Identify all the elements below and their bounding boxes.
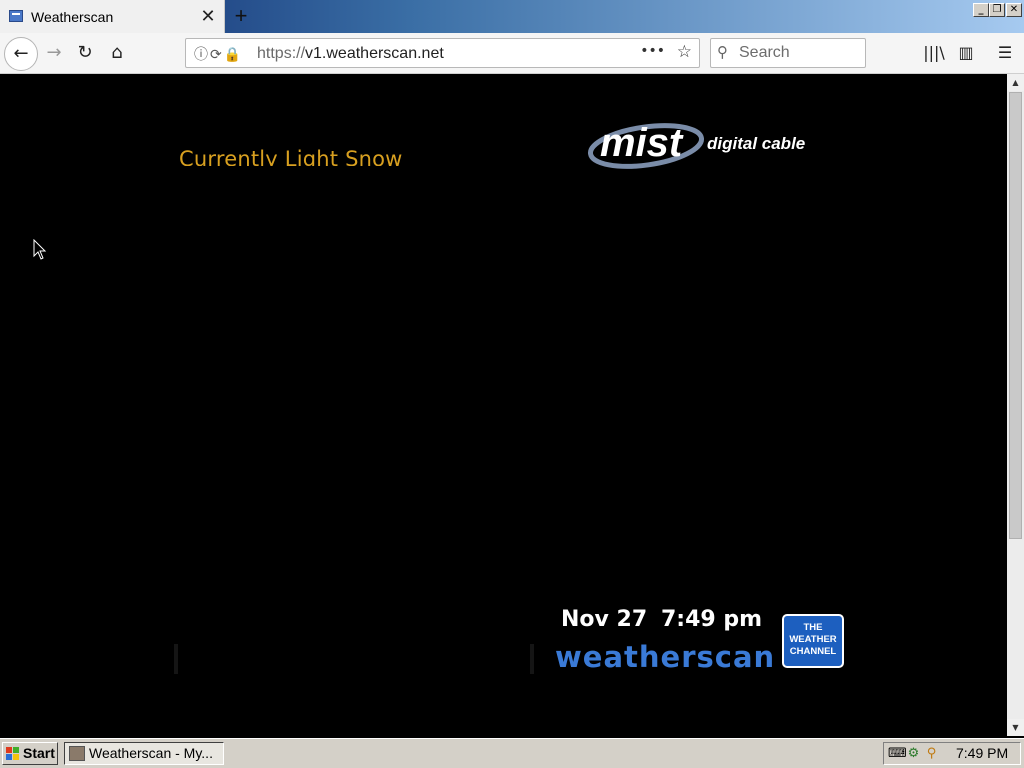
windows-flag-icon — [6, 747, 19, 760]
page-actions-icon[interactable]: ••• — [640, 43, 665, 59]
weatherscan-viewport: Currently Light Snow mist digital cable … — [0, 74, 1007, 736]
keyboard-icon[interactable]: ⌨ — [888, 746, 907, 761]
site-info-icon[interactable]: ⓘ⟳🔒 — [194, 44, 243, 64]
ticker-edge-right — [530, 644, 534, 674]
title-bar: Weatherscan ✕ + _ ❐ ✕ — [0, 0, 1024, 33]
search-box[interactable]: ⚲ — [710, 38, 866, 68]
close-window-button[interactable]: ✕ — [1006, 3, 1022, 17]
sidebar-icon[interactable]: ▥ — [954, 41, 978, 65]
address-bar[interactable]: ⓘ⟳🔒 https://v1.weatherscan.net ••• ☆ — [185, 38, 700, 68]
new-tab-button[interactable]: + — [230, 4, 252, 28]
ticker-edge-left — [174, 644, 178, 674]
current-conditions-text: Currently Light Snow — [179, 147, 403, 166]
restore-button[interactable]: ❐ — [989, 3, 1005, 17]
search-icon: ⚲ — [717, 43, 728, 61]
reload-button[interactable]: ↻ — [70, 38, 100, 68]
time-text: 7:49 pm — [661, 607, 763, 632]
vertical-scrollbar[interactable]: ▲ ▼ — [1007, 74, 1024, 736]
mouse-cursor-icon — [33, 239, 47, 260]
mist-logo: mist — [586, 121, 708, 175]
library-icon[interactable]: |||\ — [922, 41, 946, 65]
bookmark-star-icon[interactable]: ☆ — [677, 42, 692, 62]
weather-channel-logo-text: THE WEATHER CHANNEL — [789, 622, 837, 657]
system-tray: ⌨ ⚙ ⚲ 7:49 PM — [883, 742, 1021, 765]
tab-title: Weatherscan — [31, 9, 114, 25]
scroll-up-icon[interactable]: ▲ — [1007, 74, 1024, 91]
mist-logo-text: mist — [600, 122, 684, 165]
start-button[interactable]: Start — [2, 742, 58, 765]
taskbar-item-weatherscan[interactable]: Weatherscan - My... — [64, 742, 224, 765]
sponsor-tagline: digital cable — [707, 134, 806, 153]
network-icon[interactable]: ⚙ — [906, 746, 921, 761]
favicon-icon — [9, 10, 23, 22]
date-text: Nov 27 — [561, 607, 648, 632]
home-button[interactable]: ⌂ — [102, 38, 132, 68]
permissions-icon[interactable]: ⟳ — [210, 47, 224, 63]
clock[interactable]: 7:49 PM — [956, 745, 1008, 761]
lock-icon: 🔒 — [223, 47, 244, 63]
weather-channel-logo: THE WEATHER CHANNEL — [782, 614, 844, 668]
back-button[interactable]: ← — [4, 37, 38, 71]
menu-icon[interactable]: ☰ — [993, 41, 1017, 65]
tab-weatherscan[interactable]: Weatherscan ✕ — [0, 0, 225, 33]
scroll-down-icon[interactable]: ▼ — [1007, 719, 1024, 736]
minimize-button[interactable]: _ — [973, 3, 989, 17]
weatherscan-logo: weatherscan — [555, 640, 776, 674]
taskbar-item-label: Weatherscan - My... — [89, 745, 213, 761]
browser-window-icon — [69, 746, 85, 761]
search-tray-icon[interactable]: ⚲ — [924, 746, 939, 761]
navigation-toolbar: ← → ↻ ⌂ ⓘ⟳🔒 https://v1.weatherscan.net •… — [0, 33, 1024, 74]
start-label: Start — [23, 745, 55, 761]
search-input[interactable] — [739, 43, 859, 63]
tab-close-icon[interactable]: ✕ — [199, 6, 217, 26]
url-text[interactable]: https://v1.weatherscan.net — [257, 45, 444, 63]
forward-button[interactable]: → — [39, 38, 69, 68]
taskbar: Start Weatherscan - My... ⌨ ⚙ ⚲ 7:49 PM — [0, 738, 1024, 768]
scrollbar-thumb[interactable] — [1009, 92, 1022, 539]
